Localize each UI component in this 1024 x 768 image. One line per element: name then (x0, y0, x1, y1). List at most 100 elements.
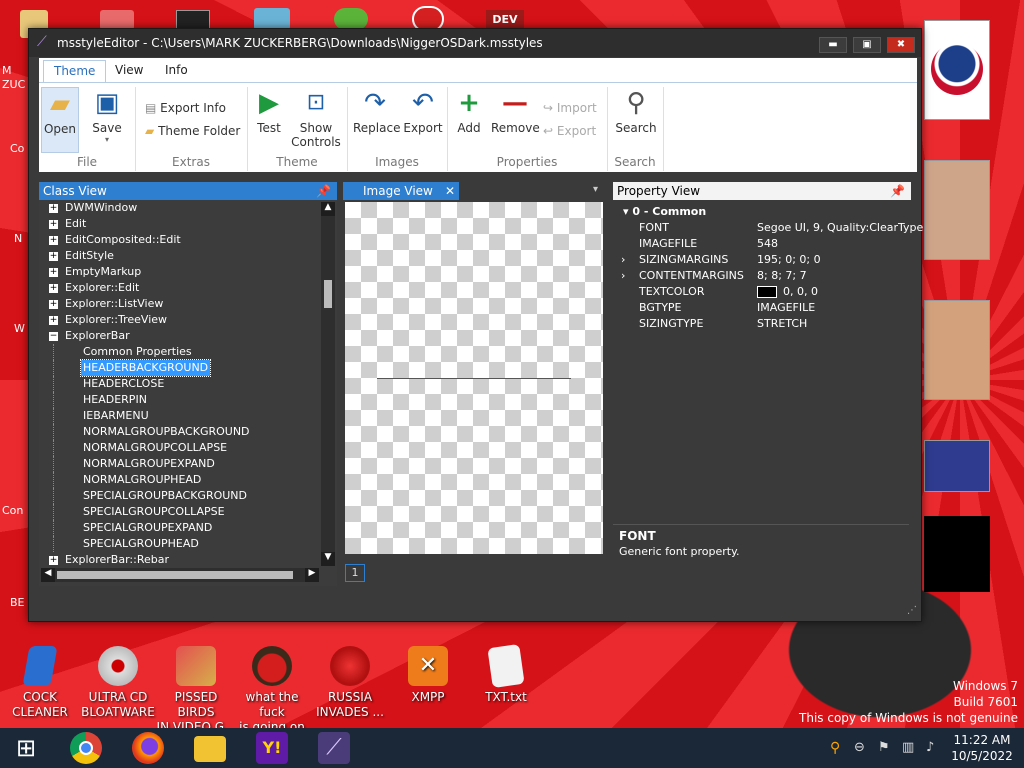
close-tab-icon[interactable]: ✕ (445, 182, 455, 200)
property-value[interactable]: 0, 0, 0 (783, 284, 818, 300)
property-section-header[interactable]: ▾ 0 - Common (623, 204, 706, 220)
ad-photo-1[interactable] (924, 160, 990, 260)
expand-icon[interactable]: + (49, 268, 58, 277)
expand-icon[interactable]: + (49, 284, 58, 293)
chevron-down-icon[interactable]: ▾ (593, 184, 598, 195)
tree-item-label: SPECIALGROUPEXPAND (83, 521, 213, 534)
property-name: CONTENTMARGINS (639, 269, 744, 282)
tab-view[interactable]: View (105, 60, 153, 82)
remove-property-button[interactable]: — Remove (491, 87, 540, 135)
desktop-icon-top-4[interactable] (254, 8, 290, 30)
desktop-icon[interactable]: RUSSIA INVADES ... (310, 646, 390, 720)
image-page-button[interactable]: 1 (345, 564, 365, 582)
color-swatch[interactable] (757, 286, 777, 298)
test-button[interactable]: ▶ Test (253, 87, 285, 135)
desktop-icon[interactable]: ✕ XMPP (388, 646, 468, 705)
desktop-icon-top-3[interactable] (176, 10, 210, 30)
clock[interactable]: 11:22 AM 10/5/2022 (950, 732, 1014, 764)
property-row[interactable]: IMAGEFILE 548 (613, 236, 911, 252)
tab-info[interactable]: Info (155, 60, 198, 82)
open-button[interactable]: ▰ Open (41, 87, 79, 153)
group-label-images: Images (375, 155, 419, 169)
property-value[interactable]: 8; 8; 7; 7 (757, 268, 807, 284)
export-image-button[interactable]: ↶ Export (403, 87, 443, 135)
messenger-tray-icon[interactable]: ⊖ (854, 740, 865, 755)
chrome-icon[interactable] (70, 732, 102, 764)
tab-theme[interactable]: Theme (43, 60, 107, 82)
export-info-button[interactable]: ▤ Export Info (145, 101, 226, 115)
desktop-icon[interactable]: TXT.txt (466, 643, 546, 705)
ad-president-banner[interactable] (924, 440, 990, 492)
scroll-left-icon[interactable]: ◀ (41, 568, 55, 582)
minimize-button[interactable]: ▬ (819, 37, 847, 53)
firefox-icon[interactable] (132, 732, 164, 764)
property-value[interactable]: IMAGEFILE (757, 300, 815, 316)
property-value[interactable]: STRETCH (757, 316, 807, 332)
image-content-line (377, 378, 571, 379)
scroll-down-icon[interactable]: ▼ (321, 552, 335, 566)
property-value[interactable]: 548 (757, 236, 778, 252)
desktop-icon-top-2[interactable] (100, 10, 134, 30)
expand-icon[interactable]: + (49, 220, 58, 229)
chevron-down-icon: ▾ (623, 205, 629, 218)
chevron-right-icon[interactable]: › (621, 268, 625, 284)
yahoo-messenger-icon[interactable]: Y! (256, 732, 288, 764)
action-center-flag-icon[interactable]: ⚑ (878, 740, 890, 755)
property-value[interactable]: 195; 0; 0; 0 (757, 252, 821, 268)
property-row[interactable]: BGTYPE IMAGEFILE (613, 300, 911, 316)
chevron-right-icon[interactable]: › (621, 252, 625, 268)
property-value[interactable]: Segoe UI, 9, Quality:ClearType (757, 220, 923, 236)
pin-icon[interactable]: 📌 (316, 182, 331, 200)
h-scroll-thumb[interactable] (57, 571, 293, 579)
show-controls-label: Show (299, 121, 333, 135)
collapse-icon[interactable]: − (49, 332, 58, 341)
file-explorer-icon[interactable] (194, 736, 226, 762)
import-property-button[interactable]: ↪ Import (543, 101, 597, 115)
desktop-icon[interactable]: PISSED BIRDS IN VIDEO G... (156, 646, 236, 735)
tab-image-view[interactable]: Image View ✕ (343, 182, 459, 200)
add-property-button[interactable]: + Add (453, 87, 485, 135)
save-button[interactable]: ▣ Save ▾ (87, 87, 127, 144)
search-icon[interactable]: ⚲ (830, 740, 840, 756)
search-button[interactable]: ⚲ Search (613, 87, 659, 135)
tree-item-label: IEBARMENU (83, 409, 149, 422)
theme-folder-button[interactable]: ▰ Theme Folder (145, 124, 240, 138)
expand-icon[interactable]: + (49, 236, 58, 245)
network-icon[interactable]: ▥ (902, 740, 914, 755)
property-row[interactable]: › SIZINGMARGINS 195; 0; 0; 0 (613, 252, 911, 268)
desktop-icon[interactable]: ULTRA CD BLOATWARE (78, 646, 158, 720)
replace-button[interactable]: ↷ Replace (353, 87, 400, 135)
show-controls-button[interactable]: ⊡ Show Controls (289, 87, 343, 149)
property-row[interactable]: FONT Segoe UI, 9, Quality:ClearType (613, 220, 923, 236)
scroll-thumb[interactable] (324, 280, 332, 308)
volume-icon[interactable]: ♪ (926, 740, 934, 755)
pin-icon[interactable]: 📌 (890, 182, 905, 200)
expand-icon[interactable]: + (49, 204, 58, 213)
ad-trailer-banner[interactable] (924, 516, 990, 592)
ad-photo-2[interactable] (924, 300, 990, 400)
msstyle-editor-icon[interactable]: ⟋ (318, 732, 350, 764)
expand-icon[interactable]: + (49, 556, 58, 565)
export-property-button[interactable]: ↩ Export (543, 124, 596, 138)
maximize-button[interactable]: ▣ (853, 37, 881, 53)
desktop-icon-top-5[interactable] (334, 8, 368, 30)
expand-icon[interactable]: + (49, 316, 58, 325)
close-button[interactable]: ✖ (887, 37, 915, 53)
vertical-scrollbar[interactable]: ▲ ▼ (321, 202, 335, 566)
horizontal-scrollbar[interactable]: ◀ ▶ (41, 568, 319, 582)
expand-icon[interactable]: + (49, 300, 58, 309)
property-row[interactable]: › CONTENTMARGINS 8; 8; 7; 7 (613, 268, 911, 284)
windows-start-icon[interactable]: ⊞ (10, 732, 42, 764)
ad-obama-banner[interactable] (924, 20, 990, 120)
desktop-icon-label: what the fuck (245, 690, 299, 719)
scroll-right-icon[interactable]: ▶ (305, 568, 319, 582)
property-row[interactable]: SIZINGTYPE STRETCH (613, 316, 911, 332)
scroll-up-icon[interactable]: ▲ (321, 202, 335, 216)
desktop-icon-top-7[interactable]: DEV (486, 10, 524, 30)
tree-item-label: NORMALGROUPHEAD (83, 473, 202, 486)
property-row[interactable]: TEXTCOLOR 0, 0, 0 (613, 284, 911, 300)
desktop-icon[interactable]: COCK CLEANER (0, 646, 80, 720)
resize-grip-icon[interactable]: ⋰ (907, 605, 917, 616)
expand-icon[interactable]: + (49, 252, 58, 261)
title-bar[interactable]: ⟋ msstyleEditor - C:\Users\MARK ZUCKERBE… (29, 29, 921, 57)
